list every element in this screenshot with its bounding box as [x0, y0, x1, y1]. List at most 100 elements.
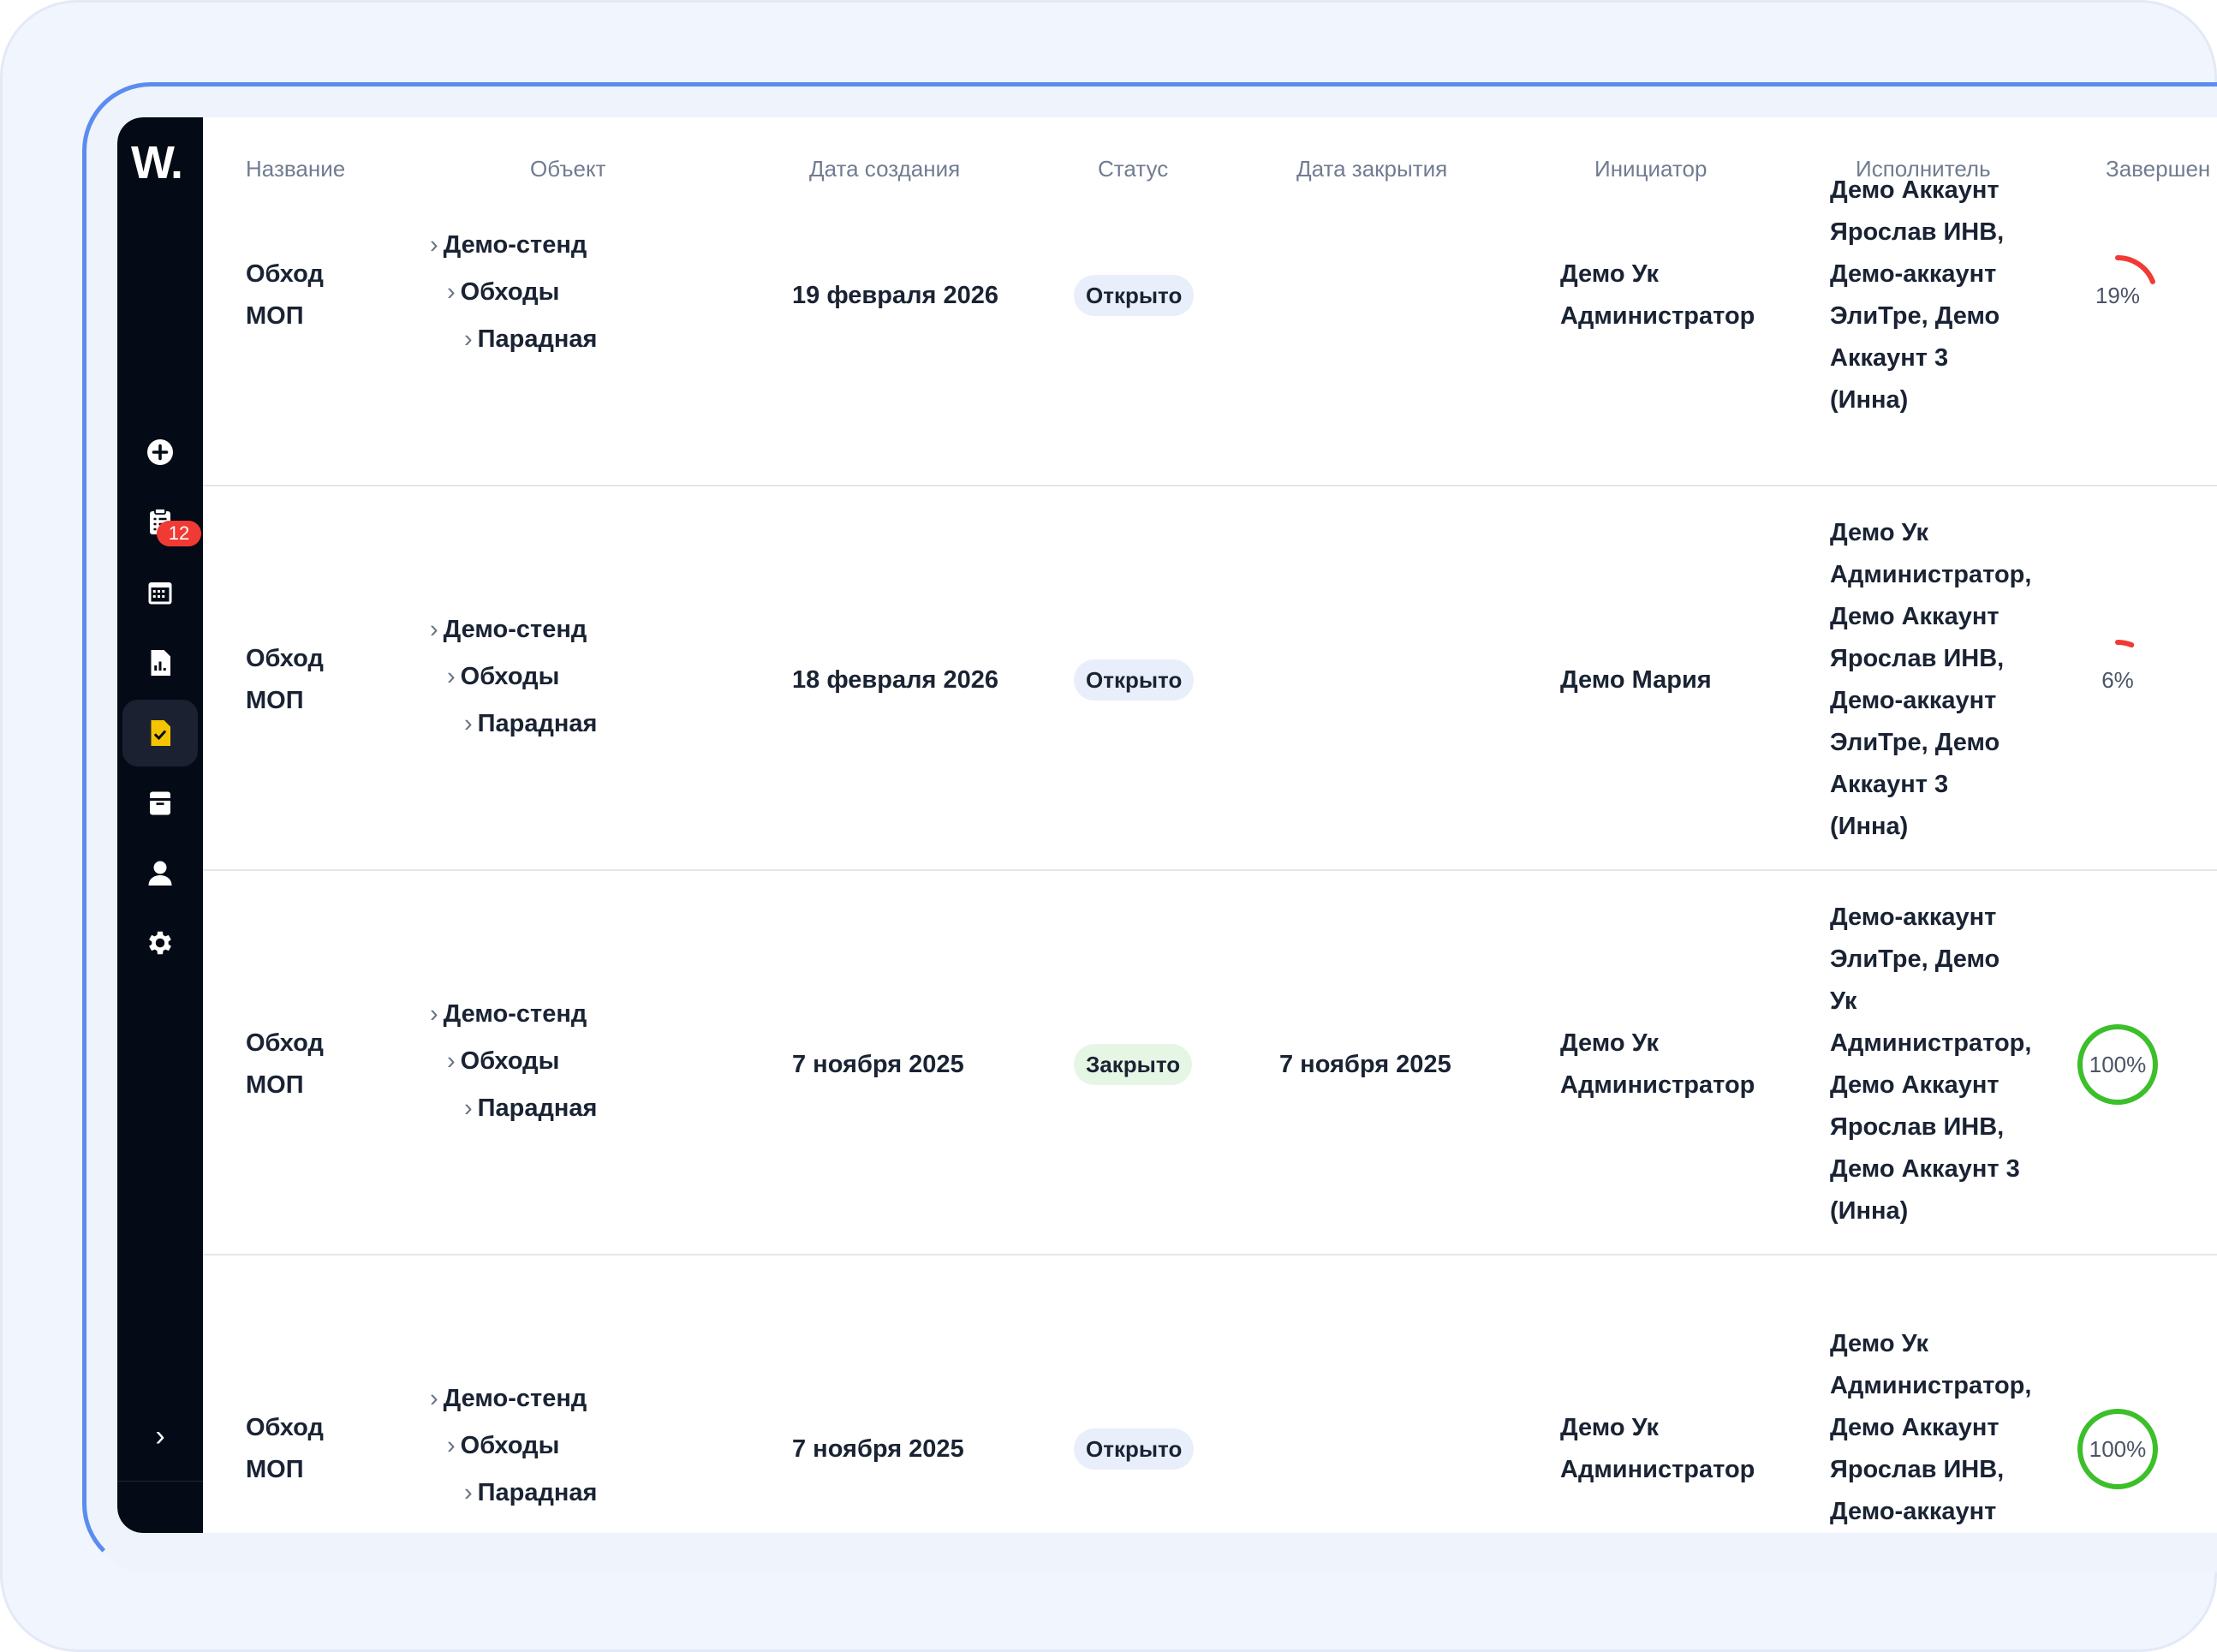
executor-name: Демо-аккаунт [1830, 260, 1997, 288]
executor-name: Ук [1830, 987, 1857, 1015]
object-path-label: Демо-стенд [443, 616, 587, 643]
chevron-right-icon: › [464, 1479, 473, 1506]
row-name[interactable]: МОП [246, 1449, 304, 1491]
executor-name: Ярослав ИНВ, [1830, 1456, 2005, 1483]
completion-percent: 100% [2089, 1435, 2147, 1462]
executor-name: ЭлиТре, Демо [1830, 729, 2000, 756]
executor-name: Администратор, [1830, 1372, 2032, 1399]
object-path-item[interactable]: › Парадная [464, 325, 597, 354]
sidebar: W. 12 › [117, 117, 203, 1533]
executor-name: Демо Аккаунт [1830, 1071, 1999, 1099]
object-path-label: Обходы [460, 1047, 560, 1075]
archive-box-icon [150, 791, 170, 815]
executor-name: Ярослав ИНВ, [1830, 218, 2005, 246]
row-name[interactable]: МОП [246, 1065, 304, 1106]
executor-name: Демо Аккаунт [1830, 1414, 1999, 1441]
chevron-right-icon: › [447, 278, 456, 306]
user-icon [148, 861, 172, 886]
row-name[interactable]: МОП [246, 295, 304, 337]
chevron-right-icon: › [447, 1432, 456, 1459]
executor-name: Ярослав ИНВ, [1830, 1113, 2005, 1141]
executor-name: Администратор, [1830, 561, 2032, 588]
sidebar-item-calendar[interactable] [122, 559, 198, 626]
object-path-label: Парадная [477, 1479, 598, 1506]
initiator-name: Демо Ук [1560, 1029, 1660, 1057]
sidebar-divider [117, 1481, 203, 1482]
completion-percent: 100% [2089, 1051, 2147, 1077]
created-date: 19 февраля 2026 [792, 282, 999, 309]
initiator-name: Администратор [1560, 1456, 1755, 1483]
sidebar-item-tasks[interactable]: 12 [122, 488, 201, 555]
row-divider [203, 485, 2217, 486]
object-path-label: Демо-стенд [443, 1000, 587, 1028]
object-path-item[interactable]: › Демо-стенд [430, 616, 587, 644]
executor-name: Демо Аккаунт 3 [1830, 1155, 2020, 1183]
object-path-item[interactable]: › Обходы [447, 663, 559, 691]
chevron-right-icon: › [464, 325, 473, 353]
column-header-initiator[interactable]: Инициатор [1594, 156, 1707, 190]
chevron-right-icon: › [447, 663, 456, 690]
executor-name: (Инна) [1830, 386, 1909, 414]
object-path-item[interactable]: › Демо-стенд [430, 231, 587, 259]
row-name[interactable]: Обход [246, 1407, 324, 1449]
sidebar-item-profile[interactable] [122, 839, 198, 906]
object-path-item[interactable]: › Демо-стенд [430, 1385, 587, 1413]
sidebar-collapse-button[interactable]: › [122, 1410, 198, 1462]
row-name[interactable]: Обход [246, 253, 324, 295]
chevron-right-icon: › [447, 1047, 456, 1075]
gear-icon [149, 931, 171, 955]
row-name[interactable]: Обход [246, 1023, 324, 1065]
column-header-name[interactable]: Название [246, 156, 345, 190]
completion-progress-ring: 100% [2075, 1022, 2160, 1107]
column-header-status[interactable]: Статус [1098, 156, 1168, 190]
checklists-table: Название Объект Дата создания Статус Дат… [203, 117, 2217, 1533]
chevron-right-icon: › [430, 231, 438, 259]
created-date: 18 февраля 2026 [792, 666, 999, 694]
object-path-item[interactable]: › Обходы [447, 1432, 559, 1460]
status-badge: Открыто [1074, 659, 1195, 701]
object-path-label: Демо-стенд [443, 1385, 587, 1412]
column-header-completion[interactable]: Завершен [2106, 156, 2210, 190]
completion-progress-ring: 19% [2075, 253, 2160, 338]
chevron-right-icon: › [430, 1000, 438, 1028]
column-header-object[interactable]: Объект [530, 156, 606, 190]
executor-name: Аккаунт 3 [1830, 771, 1949, 798]
chevron-right-icon: › [430, 616, 438, 643]
executor-name: Демо Ук [1830, 519, 1929, 546]
completion-progress-ring: 100% [2075, 1406, 2160, 1492]
sidebar-item-checklists[interactable] [122, 700, 198, 766]
executor-name: Ярослав ИНВ, [1830, 645, 2005, 672]
object-path-item[interactable]: › Парадная [464, 1094, 597, 1123]
object-path-label: Демо-стенд [443, 231, 587, 259]
created-date: 7 ноября 2025 [792, 1051, 964, 1078]
report-chart-icon [151, 650, 170, 676]
object-path-item[interactable]: › Обходы [447, 1047, 559, 1076]
column-header-closed-date[interactable]: Дата закрытия [1296, 156, 1447, 190]
executor-name: ЭлиТре, Демо [1830, 302, 2000, 330]
initiator-name: Администратор [1560, 1071, 1755, 1099]
sidebar-item-archive[interactable] [122, 770, 198, 837]
column-header-created[interactable]: Дата создания [809, 156, 960, 190]
app-logo[interactable]: W. [131, 136, 191, 188]
object-path-item[interactable]: › Парадная [464, 1479, 597, 1507]
chevron-right-icon: › [430, 1385, 438, 1412]
object-path-item[interactable]: › Обходы [447, 278, 559, 307]
executor-name: (Инна) [1830, 813, 1909, 840]
row-name[interactable]: Обход [246, 638, 324, 680]
sidebar-item-reports[interactable] [122, 629, 198, 696]
object-path-item[interactable]: › Парадная [464, 710, 597, 738]
object-path-label: Обходы [460, 278, 560, 306]
sidebar-item-settings[interactable] [122, 909, 198, 976]
object-path-label: Обходы [460, 663, 560, 690]
executor-name: Демо Аккаунт [1830, 176, 1999, 204]
object-path-label: Парадная [477, 1094, 598, 1122]
executor-name: Демо Ук [1830, 1330, 1929, 1357]
row-name[interactable]: МОП [246, 680, 304, 722]
status-badge: Открыто [1074, 1428, 1195, 1470]
executor-name: Администратор, [1830, 1029, 2032, 1057]
app-screen: W. 12 › Название Объект Дата создания Ст… [117, 117, 2217, 1533]
object-path-item[interactable]: › Демо-стенд [430, 1000, 587, 1029]
sidebar-item-create[interactable] [122, 419, 198, 486]
calendar-icon [148, 582, 172, 605]
object-path-label: Обходы [460, 1432, 560, 1459]
